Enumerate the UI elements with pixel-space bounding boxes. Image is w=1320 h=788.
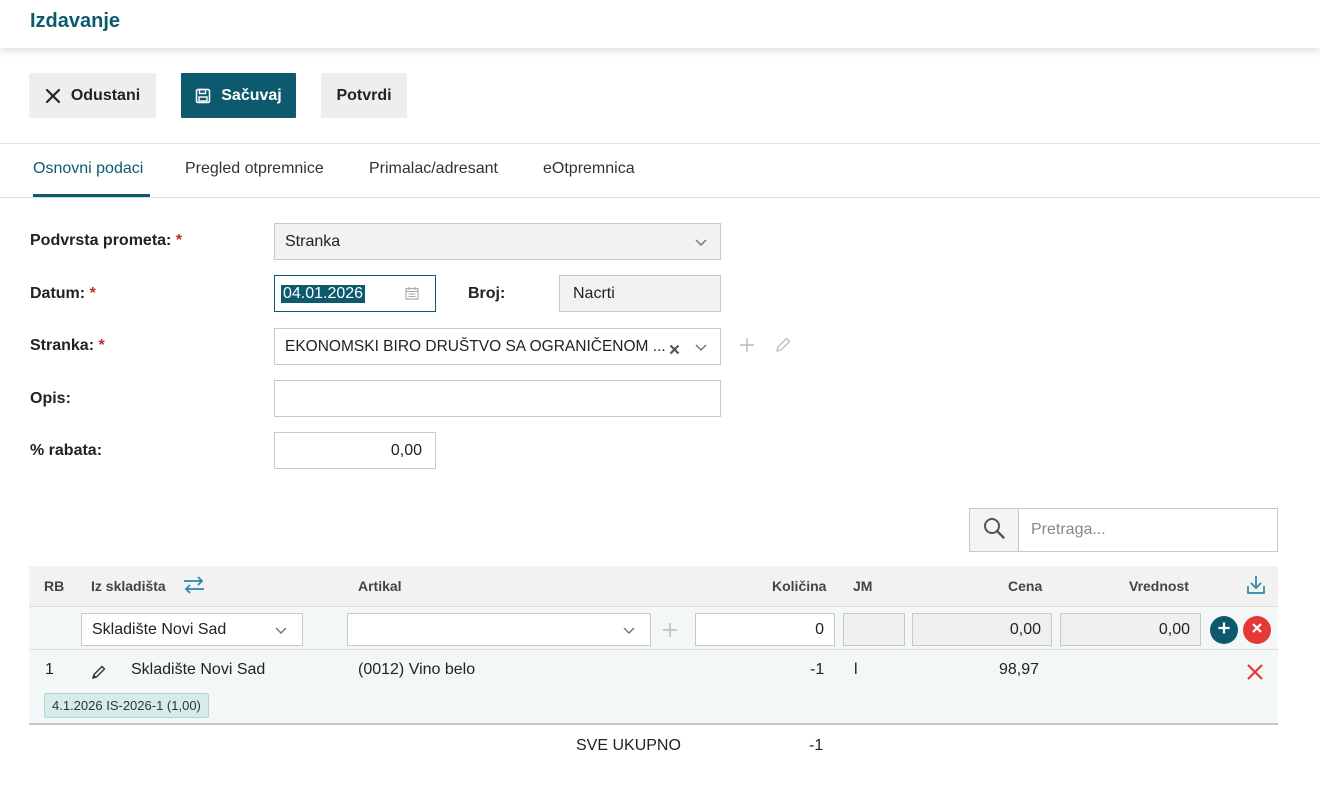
date-label-text: Datum: bbox=[30, 285, 86, 302]
page-title: Izdavanje bbox=[30, 10, 121, 32]
tab-pregled-otpremnice[interactable]: Pregled otpremnice bbox=[185, 160, 324, 178]
cancel-label: Odustani bbox=[70, 86, 141, 104]
row-rb: 1 bbox=[45, 661, 54, 678]
discount-input[interactable]: 0,00 bbox=[274, 432, 436, 469]
edit-item-select[interactable] bbox=[347, 613, 651, 646]
clear-icon[interactable] bbox=[669, 342, 680, 360]
confirm-button[interactable]: Potvrdi bbox=[321, 73, 407, 118]
col-qty[interactable]: Količina bbox=[772, 578, 826, 594]
party-select[interactable]: EKONOMSKI BIRO DRUŠTVO SA OGRANIČENOM ..… bbox=[274, 328, 721, 365]
floppy-disk-icon bbox=[195, 88, 211, 104]
page-header: Izdavanje bbox=[0, 0, 1320, 48]
edit-party-pencil-icon[interactable] bbox=[774, 336, 792, 359]
row-qty: -1 bbox=[810, 661, 825, 678]
total-label: SVE UKUPNO bbox=[576, 737, 681, 754]
col-warehouse[interactable]: Iz skladišta bbox=[91, 578, 166, 594]
edit-qty-input[interactable]: 0 bbox=[695, 613, 835, 646]
search-button[interactable] bbox=[970, 509, 1019, 551]
subtype-label-text: Podvrsta prometa: bbox=[30, 232, 172, 249]
save-button[interactable]: Sačuvaj bbox=[181, 73, 296, 118]
search-icon bbox=[982, 516, 1006, 545]
party-value: EKONOMSKI BIRO DRUŠTVO SA OGRANIČENOM ..… bbox=[285, 337, 666, 355]
subtype-label: Podvrsta prometa: * bbox=[30, 232, 182, 250]
total-qty: -1 bbox=[809, 737, 824, 754]
search-input[interactable] bbox=[1019, 509, 1277, 551]
add-item-plus-icon[interactable] bbox=[661, 621, 679, 644]
close-icon bbox=[45, 88, 61, 104]
cancel-button[interactable]: Odustani bbox=[29, 73, 156, 118]
party-label-text: Stranka: bbox=[30, 337, 95, 354]
tab-osnovni-podaci[interactable]: Osnovni podaci bbox=[33, 160, 143, 178]
subtype-select[interactable]: Stranka bbox=[274, 223, 721, 260]
add-party-plus-icon[interactable] bbox=[738, 336, 756, 359]
col-price[interactable]: Cena bbox=[1008, 578, 1042, 594]
add-row-button[interactable] bbox=[1210, 616, 1238, 644]
edit-price-value: 0,00 bbox=[1009, 620, 1041, 638]
number-label: Broj: bbox=[468, 285, 506, 302]
tab-eotpremnica[interactable]: eOtpremnica bbox=[543, 160, 635, 178]
grid-edit-row: Skladište Novi Sad 0 0,00 0,00 bbox=[29, 606, 1278, 650]
download-icon[interactable] bbox=[1246, 574, 1266, 601]
desc-label: Opis: bbox=[30, 390, 71, 407]
discard-row-button[interactable] bbox=[1243, 616, 1271, 644]
confirm-label: Potvrdi bbox=[336, 86, 392, 104]
status-badge: 4.1.2026 IS-2026-1 (1,00) bbox=[44, 693, 209, 718]
grid-header: RB Iz skladišta Artikal Količina JM Cena… bbox=[29, 566, 1278, 606]
delete-row-icon[interactable] bbox=[1246, 663, 1264, 686]
required-mark: * bbox=[89, 285, 96, 302]
edit-value-value: 0,00 bbox=[1158, 620, 1190, 638]
chevron-down-icon bbox=[694, 340, 708, 359]
col-value[interactable]: Vrednost bbox=[1129, 578, 1189, 594]
close-icon bbox=[1251, 621, 1263, 639]
swap-arrows-icon[interactable] bbox=[182, 576, 206, 599]
chevron-down-icon bbox=[622, 623, 636, 642]
date-value: 04.01.2026 bbox=[281, 284, 366, 303]
date-input[interactable]: 04.01.2026 bbox=[274, 275, 436, 312]
save-label: Sačuvaj bbox=[221, 86, 282, 104]
date-label: Datum: * bbox=[30, 285, 96, 303]
edit-warehouse-select[interactable]: Skladište Novi Sad bbox=[81, 613, 303, 646]
edit-warehouse-value: Skladište Novi Sad bbox=[92, 620, 227, 638]
row-unit: l bbox=[854, 661, 858, 678]
chevron-down-icon bbox=[274, 623, 288, 642]
subtype-value: Stranka bbox=[285, 232, 341, 250]
number-field: Nacrti bbox=[559, 275, 721, 312]
col-unit[interactable]: JM bbox=[853, 578, 872, 594]
row-warehouse: Skladište Novi Sad bbox=[131, 661, 266, 678]
col-item[interactable]: Artikal bbox=[358, 578, 402, 594]
edit-price-field[interactable]: 0,00 bbox=[912, 613, 1052, 646]
calendar-icon[interactable] bbox=[405, 286, 419, 305]
search-box bbox=[969, 508, 1278, 552]
edit-value-field[interactable]: 0,00 bbox=[1060, 613, 1201, 646]
required-mark: * bbox=[175, 232, 183, 249]
col-rb: RB bbox=[44, 578, 65, 594]
required-mark: * bbox=[98, 337, 105, 354]
pencil-icon[interactable] bbox=[91, 664, 107, 685]
discount-value: 0,00 bbox=[390, 441, 422, 459]
tab-bar: Osnovni podaci Pregled otpremnice Primal… bbox=[0, 144, 1320, 198]
table-row[interactable]: 1 Skladište Novi Sad (0012) Vino belo -1… bbox=[29, 650, 1278, 725]
desc-input[interactable] bbox=[274, 380, 721, 417]
number-value: Nacrti bbox=[573, 284, 615, 302]
edit-unit-field bbox=[843, 613, 905, 646]
toolbar: Odustani Sačuvaj Potvrdi bbox=[0, 48, 1320, 144]
plus-icon bbox=[1217, 621, 1231, 640]
tab-primalac-adresant[interactable]: Primalac/adresant bbox=[369, 160, 498, 178]
edit-qty-value: 0 bbox=[815, 620, 824, 638]
discount-label: % rabata: bbox=[30, 442, 103, 459]
row-item: (0012) Vino belo bbox=[358, 661, 476, 678]
active-tab-indicator bbox=[33, 194, 150, 197]
chevron-down-icon bbox=[694, 235, 708, 254]
party-label: Stranka: * bbox=[30, 337, 105, 355]
row-price: 98,97 bbox=[999, 661, 1040, 678]
